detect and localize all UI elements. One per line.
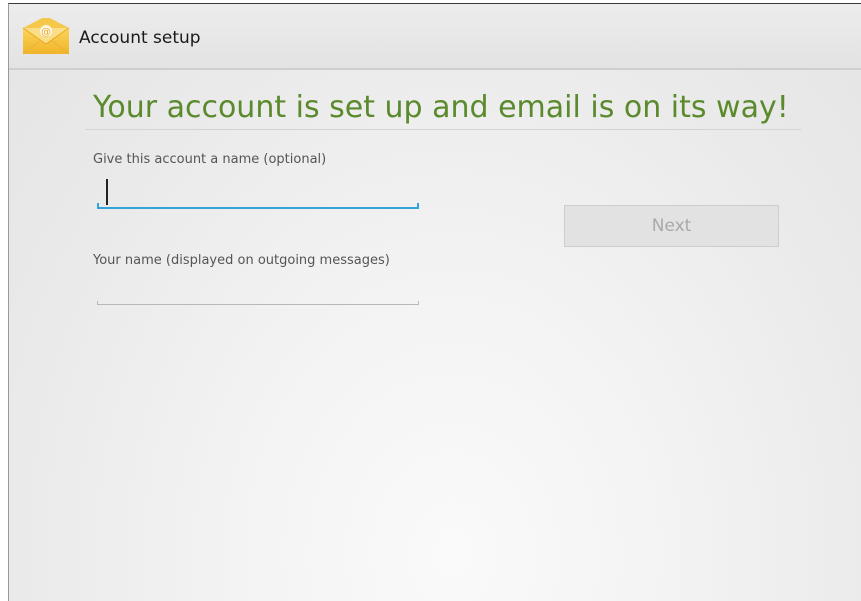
next-button[interactable]: Next	[564, 205, 779, 247]
app-title: Account setup	[79, 28, 201, 48]
account-name-field[interactable]	[97, 175, 419, 209]
field-corner-left	[97, 203, 99, 208]
field-corner-left	[97, 301, 98, 305]
field-corner-right	[417, 203, 419, 208]
account-name-label: Give this account a name (optional)	[93, 152, 327, 167]
email-app-icon[interactable]: @	[19, 16, 73, 60]
your-name-label: Your name (displayed on outgoing message…	[93, 253, 390, 268]
your-name-field[interactable]	[97, 288, 419, 305]
field-corner-right	[418, 301, 419, 305]
svg-text:@: @	[41, 27, 51, 38]
text-cursor	[106, 179, 108, 205]
action-bar: @ Account setup	[9, 4, 861, 70]
screen: @ Account setup Your account is set up a…	[8, 3, 861, 601]
page-title: Your account is set up and email is on i…	[93, 90, 789, 125]
title-divider	[85, 129, 801, 130]
